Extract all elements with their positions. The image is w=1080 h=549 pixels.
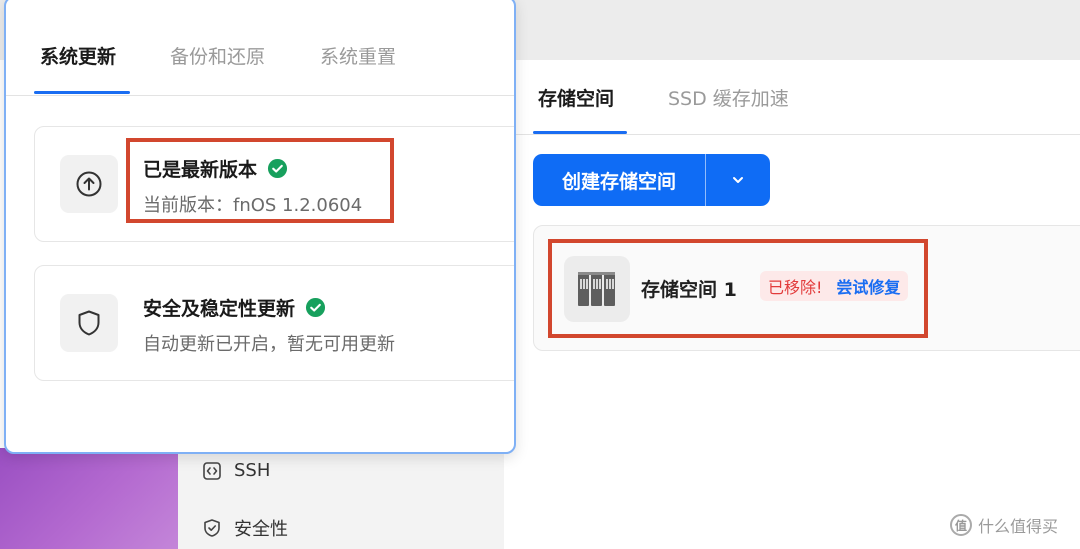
watermark-text: 什么值得买 (978, 517, 1059, 536)
security-title-text: 安全及稳定性更新 (143, 298, 296, 320)
tab-system-update[interactable]: 系统更新 (40, 42, 116, 69)
sidebar-item-ssh[interactable]: SSH (202, 460, 270, 481)
active-tab-indicator (34, 91, 130, 94)
active-tab-indicator (533, 131, 627, 134)
storage-tab-bar: 存储空间 SSD 缓存加速 (516, 60, 1080, 135)
code-bracket-icon (203, 461, 221, 480)
check-circle-icon (305, 297, 326, 318)
chevron-down-icon (733, 177, 743, 183)
security-status-text: 自动更新已开启，暂无可用更新 (143, 334, 395, 355)
arrow-up-circle-icon (60, 155, 118, 213)
sidebar-item-label: SSH (234, 460, 271, 481)
smzdm-logo-icon: 值 (950, 514, 972, 536)
create-storage-dropdown[interactable] (706, 154, 770, 206)
update-tab-bar: 系统更新 备份和还原 系统重置 (6, 0, 514, 96)
sidebar-item-label: 安全性 (234, 519, 288, 540)
annotation-box-pool (548, 239, 928, 338)
tab-backup-restore[interactable]: 备份和还原 (170, 42, 265, 69)
security-title: 安全及稳定性更新 (143, 294, 326, 321)
tab-storage-space[interactable]: 存储空间 (538, 84, 614, 111)
tab-system-reset[interactable]: 系统重置 (320, 42, 396, 69)
tab-ssd-cache[interactable]: SSD 缓存加速 (668, 84, 789, 111)
security-update-card: 安全及稳定性更新 自动更新已开启，暂无可用更新 (34, 265, 514, 381)
annotation-box-version (126, 138, 394, 223)
create-storage-button[interactable]: 创建存储空间 (533, 154, 705, 206)
desktop-wallpaper (0, 448, 180, 549)
shield-check-icon (204, 519, 220, 537)
create-storage-button-group: 创建存储空间 (533, 154, 770, 206)
system-update-window: 系统更新 备份和还原 系统重置 已是最新版本 当前版本：fnOS 1.2.060… (4, 0, 516, 454)
sidebar-item-security[interactable]: 安全性 (202, 515, 288, 541)
watermark: 值 什么值得买 (950, 513, 1058, 537)
shield-icon (60, 294, 118, 352)
